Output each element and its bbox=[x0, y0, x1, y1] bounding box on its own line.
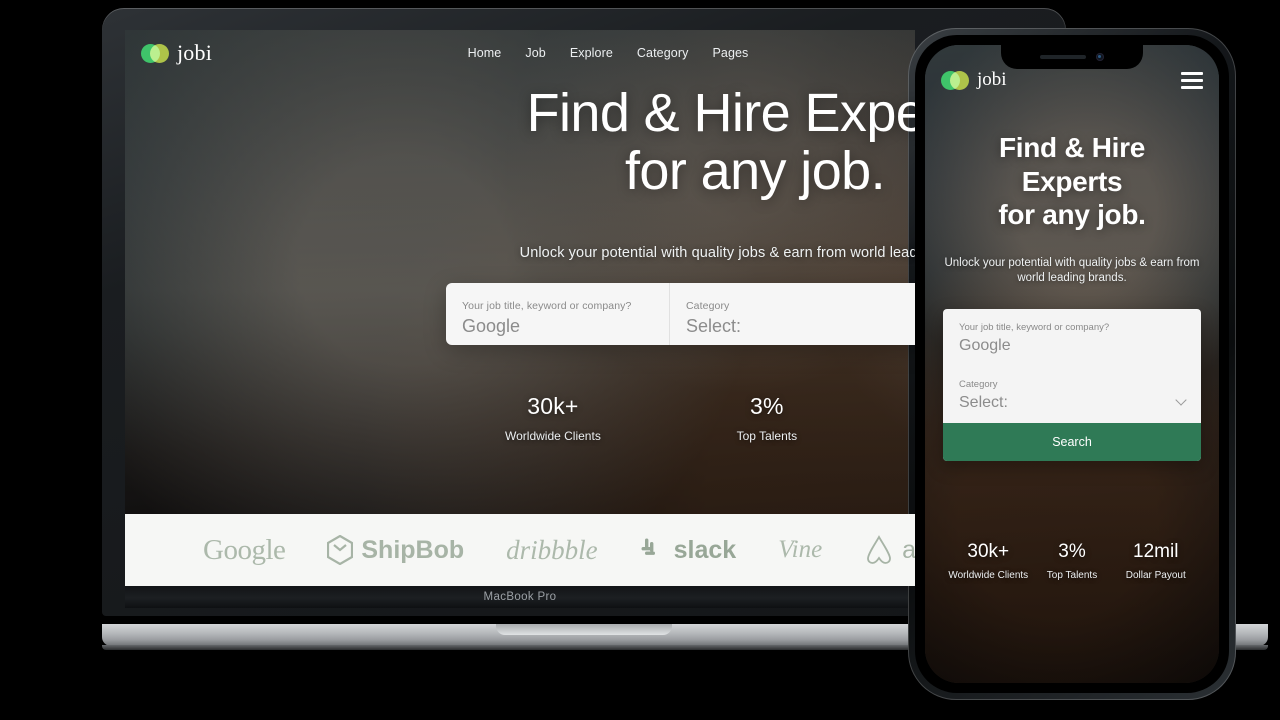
keyword-field-label: Your job title, keyword or company? bbox=[462, 300, 632, 313]
mobile-hero-title-line-1: Find & Hire bbox=[998, 132, 1146, 163]
macbook-screen: jobi Home Job Explore Category Pages Log… bbox=[125, 30, 915, 608]
mobile-category-select-label: Category bbox=[959, 378, 998, 390]
category-select-label: Category bbox=[686, 300, 730, 313]
hero-title-line-1: Find & Hire Experts bbox=[526, 83, 915, 143]
nav-item-home[interactable]: Home bbox=[468, 46, 502, 60]
iphone-screen: jobi Find & Hire Experts for any job. Un… bbox=[925, 45, 1219, 683]
stat-number: 30k+ bbox=[527, 392, 579, 419]
mobile-keyword-field-value: Google bbox=[959, 336, 1011, 354]
nav-item-explore[interactable]: Explore bbox=[570, 46, 613, 60]
mobile-logo-wordmark: jobi bbox=[977, 69, 1007, 90]
brand-logo-shipbob: ShipBob bbox=[327, 535, 464, 565]
mobile-hero-title-line-2: Experts bbox=[1021, 165, 1123, 197]
brand-logo-google: Google bbox=[203, 533, 286, 567]
front-camera-icon bbox=[1096, 53, 1104, 61]
category-select-value: Select: bbox=[686, 316, 742, 337]
mobile-stat-top-talents: 3% Top Talents bbox=[1031, 541, 1114, 583]
airbnb-icon bbox=[867, 535, 892, 564]
mobile-stat-dollar-payout: 12mil Dollar Payout bbox=[1115, 541, 1198, 583]
mobile-keyword-field-label: Your job title, keyword or company? bbox=[959, 321, 1110, 333]
logo-wordmark: jobi bbox=[177, 40, 213, 65]
mobile-hero: Find & Hire Experts for any job. Unlock … bbox=[925, 101, 1219, 287]
stat-label: Worldwide Clients bbox=[505, 428, 601, 443]
iphone-notch bbox=[1001, 45, 1143, 69]
dribbble-wordmark: dribbble bbox=[506, 534, 598, 565]
category-select[interactable]: Category Select: bbox=[670, 283, 915, 345]
macbook-chin-bar: MacBook Pro bbox=[125, 586, 915, 608]
mobile-hero-subtitle: Unlock your potential with quality jobs … bbox=[944, 256, 1200, 285]
macbook-device-label: MacBook Pro bbox=[483, 591, 557, 603]
macbook-base-notch bbox=[496, 624, 672, 635]
nav-item-category[interactable]: Category bbox=[637, 46, 689, 60]
slack-icon bbox=[641, 538, 655, 555]
brand-logo-vine: Vine bbox=[778, 536, 822, 564]
google-wordmark: Google bbox=[203, 533, 286, 566]
hamburger-menu-icon[interactable] bbox=[1181, 71, 1203, 89]
stat-number: 30k+ bbox=[967, 540, 1010, 562]
mobile-hero-title-line-3: for any job. bbox=[998, 199, 1146, 231]
keyword-field-value: Google bbox=[462, 316, 521, 337]
earpiece-speaker-icon bbox=[1040, 55, 1086, 59]
shipbob-icon bbox=[327, 535, 354, 565]
stat-label: Top Talents bbox=[1046, 569, 1098, 581]
stat-number: 12mil bbox=[1133, 540, 1179, 562]
stat-label: Worldwide Clients bbox=[948, 569, 1029, 581]
site-logo[interactable]: jobi bbox=[141, 40, 212, 66]
desktop-stats-row: 30k+ Worldwide Clients 3% Top Talents 12… bbox=[505, 393, 915, 443]
brand-logo-airbnb: ai bbox=[864, 534, 915, 566]
mobile-keyword-field[interactable]: Your job title, keyword or company? Goog… bbox=[943, 309, 1201, 366]
iphone-device-mockup: jobi Find & Hire Experts for any job. Un… bbox=[908, 28, 1236, 700]
screenshot-stage: jobi Home Job Explore Category Pages Log… bbox=[0, 0, 1280, 720]
overlapping-circles-logo-icon bbox=[141, 43, 169, 63]
slack-wordmark: slack bbox=[673, 535, 737, 564]
stat-worldwide-clients: 30k+ Worldwide Clients bbox=[505, 393, 601, 443]
desktop-hero: Find & Hire Experts for any job. Unlock … bbox=[125, 76, 915, 261]
desktop-navbar: jobi Home Job Explore Category Pages Log… bbox=[125, 30, 915, 76]
brand-logo-dribbble: dribbble bbox=[506, 535, 598, 566]
keyword-field[interactable]: Your job title, keyword or company? Goog… bbox=[446, 282, 670, 345]
mobile-category-select-value: Select: bbox=[959, 393, 1008, 411]
mobile-category-select[interactable]: Category Select: bbox=[943, 366, 1201, 423]
vine-wordmark: Vine bbox=[778, 536, 823, 563]
hero-title-line-2: for any job. bbox=[625, 141, 886, 202]
mobile-search-button[interactable]: Search bbox=[943, 422, 1201, 461]
overlapping-circles-logo-icon bbox=[941, 70, 969, 90]
stat-top-talents: 3% Top Talents bbox=[737, 393, 798, 443]
nav-item-pages[interactable]: Pages bbox=[712, 46, 748, 60]
mobile-hero-title: Find & Hire Experts for any job. bbox=[943, 131, 1201, 232]
airbnb-wordmark: ai bbox=[902, 535, 915, 564]
stat-label: Dollar Payout bbox=[1125, 569, 1186, 581]
hero-title: Find & Hire Experts for any job. bbox=[125, 84, 915, 201]
brand-logo-strip: Google ShipBob dribbble slack Vine a bbox=[125, 514, 915, 586]
mobile-stats-row: 30k+ Worldwide Clients 3% Top Talents 12… bbox=[947, 541, 1197, 583]
brand-logo-slack: slack bbox=[640, 535, 737, 565]
nav-item-job[interactable]: Job bbox=[525, 46, 545, 60]
desktop-viewport: jobi Home Job Explore Category Pages Log… bbox=[125, 30, 915, 608]
stat-number: 3% bbox=[750, 392, 784, 419]
hero-subtitle: Unlock your potential with quality jobs … bbox=[519, 244, 915, 261]
desktop-nav-menu: Home Job Explore Category Pages bbox=[468, 46, 749, 60]
stat-number: 3% bbox=[1058, 540, 1086, 562]
desktop-search-bar: Your job title, keyword or company? Goog… bbox=[446, 282, 915, 345]
mobile-site-logo[interactable]: jobi bbox=[941, 69, 1007, 91]
mobile-search-form: Your job title, keyword or company? Goog… bbox=[943, 308, 1201, 461]
shipbob-wordmark: ShipBob bbox=[361, 535, 465, 564]
stat-label: Top Talents bbox=[736, 428, 798, 443]
mobile-stat-worldwide-clients: 30k+ Worldwide Clients bbox=[947, 541, 1030, 583]
